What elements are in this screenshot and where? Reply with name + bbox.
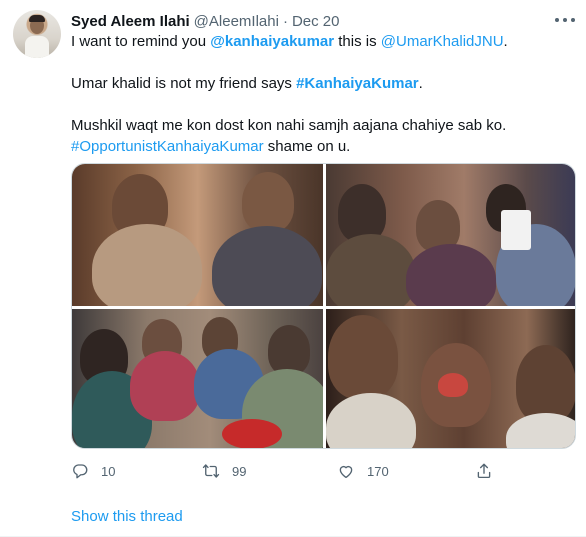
tweet-header: Syed Aleem Ilahi @AleemIlahi · Dec 20	[71, 11, 339, 31]
share-button[interactable]	[475, 460, 493, 482]
photo-figure	[222, 419, 282, 448]
author-name[interactable]: Syed Aleem Ilahi	[71, 13, 190, 30]
tweet-text-segment: Umar khalid is not my friend says	[71, 75, 297, 92]
reply-icon	[73, 464, 88, 479]
photo-figure	[212, 226, 322, 306]
photo-2[interactable]	[326, 164, 575, 306]
mention-umarkhalidjnu[interactable]: @UmarKhalidJNU	[381, 33, 504, 50]
photo-figure	[130, 351, 200, 421]
photo-figure	[501, 210, 531, 250]
photo-4[interactable]	[326, 309, 575, 448]
tweet-text-segment: I want to remind you	[71, 33, 211, 50]
more-dot	[571, 18, 575, 22]
photo-figure	[338, 184, 386, 242]
like-button[interactable]: 170	[337, 460, 389, 482]
avatar[interactable]	[13, 10, 61, 58]
tweet-actions: 10 99 170	[71, 460, 501, 482]
like-icon	[339, 465, 353, 479]
reply-count: 10	[101, 463, 116, 479]
avatar-shirt	[25, 36, 49, 58]
reply-button[interactable]: 10	[71, 460, 115, 482]
photo-figure	[92, 224, 202, 306]
photo-figure	[506, 413, 575, 448]
retweet-button[interactable]: 99	[202, 460, 246, 482]
mention-kanhaiyakumar[interactable]: @kanhaiyakumar	[210, 33, 334, 50]
tweet-text-segment: .	[503, 33, 508, 50]
photo-figure	[326, 393, 416, 448]
tweet-line-4: #OpportunistKanhaiyaKumar shame on u.	[71, 136, 571, 157]
tweet-text: I want to remind you @kanhaiyakumar this…	[71, 31, 571, 157]
tweet-text-segment: .	[418, 75, 423, 92]
show-thread-link[interactable]: Show this thread	[71, 508, 183, 525]
photo-figure	[268, 325, 310, 375]
retweet-icon	[202, 464, 220, 478]
photo-figure	[242, 172, 294, 232]
photo-figure	[516, 345, 575, 423]
photo-figure	[406, 244, 496, 306]
photo-figure	[328, 315, 398, 399]
hashtag-kanhaiyakumar[interactable]: #KanhaiyaKumar	[296, 75, 419, 92]
tweet-text-segment: this is	[334, 33, 381, 50]
tweet-line-2: Umar khalid is not my friend says #Kanha…	[71, 73, 571, 94]
like-count: 170	[367, 463, 389, 479]
tweet[interactable]: Syed Aleem Ilahi @AleemIlahi · Dec 20 I …	[0, 0, 586, 537]
photo-1[interactable]	[72, 164, 323, 306]
tweet-line-1: I want to remind you @kanhaiyakumar this…	[71, 31, 571, 52]
author-handle[interactable]: @AleemIlahi	[194, 13, 279, 30]
tweet-date[interactable]: Dec 20	[292, 13, 340, 30]
photo-3[interactable]	[72, 309, 323, 448]
avatar-hair	[29, 15, 45, 22]
photo-figure	[438, 373, 468, 397]
header-separator: ·	[282, 12, 288, 30]
hashtag-opportunistkanhaiyakumar[interactable]: #OpportunistKanhaiyaKumar	[71, 138, 264, 155]
tweet-line-3: Mushkil waqt me kon dost kon nahi samjh …	[71, 117, 507, 134]
more-dot	[555, 18, 559, 22]
more-horizontal-icon[interactable]	[555, 12, 575, 28]
media-grid	[71, 163, 576, 449]
photo-figure	[326, 234, 416, 306]
tweet-text-segment: shame on u.	[263, 138, 351, 155]
share-icon	[477, 463, 491, 479]
retweet-count: 99	[232, 463, 247, 479]
more-dot	[563, 18, 567, 22]
